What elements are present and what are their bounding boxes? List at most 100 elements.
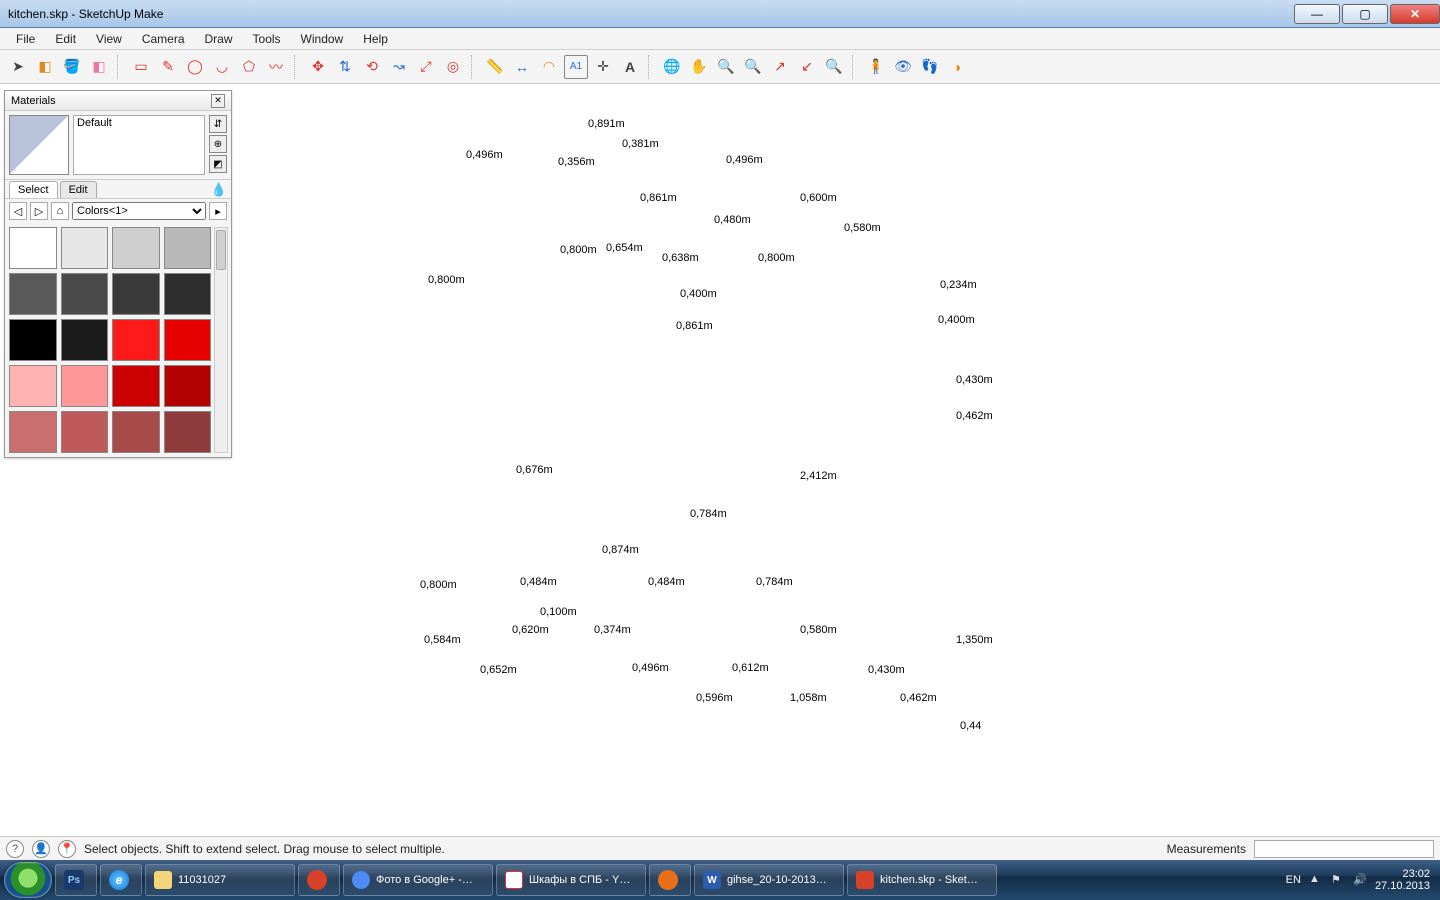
pushpull-tool-icon[interactable]: ⇅ (333, 55, 357, 79)
axes-tool-icon[interactable]: ✛ (591, 55, 615, 79)
current-material-swatch[interactable] (9, 115, 69, 175)
menu-view[interactable]: View (86, 30, 132, 48)
zoom-window-icon[interactable]: 🔍 (741, 55, 765, 79)
material-swatch[interactable] (9, 365, 57, 407)
material-swatch[interactable] (112, 365, 160, 407)
viewport[interactable]: 0,891m 0,381m 0,496m 0,496m 0,356m 0,480… (0, 84, 1440, 836)
text-tool-icon[interactable]: A1 (564, 55, 588, 79)
user-icon[interactable]: 👤 (32, 840, 50, 858)
zoom-tool-icon[interactable]: 🔍 (714, 55, 738, 79)
component-tool-icon[interactable]: ◧ (33, 55, 57, 79)
material-swatch[interactable] (112, 273, 160, 315)
measurements-input[interactable] (1254, 840, 1434, 858)
taskbar-task[interactable]: Фото в Google+ -… (343, 864, 493, 896)
panel-close-icon[interactable]: ✕ (211, 94, 225, 108)
menu-draw[interactable]: Draw (195, 30, 243, 48)
section-plane-icon[interactable]: ◑ (945, 55, 969, 79)
offset-tool-icon[interactable]: ◎ (441, 55, 465, 79)
dimension-tool-icon[interactable]: ↔ (510, 55, 534, 79)
taskbar-pin-photoshop[interactable]: Ps (55, 864, 97, 896)
system-tray[interactable]: EN ▲ ⚑ 🔊 23:02 27.10.2013 (1280, 868, 1436, 892)
taskbar-task[interactable]: 11031027 (145, 864, 295, 896)
zoom-extents-icon[interactable]: ↗ (768, 55, 792, 79)
material-swatch[interactable] (112, 319, 160, 361)
move-tool-icon[interactable]: ✥ (306, 55, 330, 79)
materials-library-select[interactable]: Colors<1> (72, 202, 206, 220)
materials-menu-icon[interactable]: ▸ (209, 202, 227, 220)
paint-bucket-icon[interactable]: 🪣 (60, 55, 84, 79)
menu-window[interactable]: Window (291, 30, 354, 48)
material-swatch[interactable] (9, 273, 57, 315)
material-swatch[interactable] (9, 411, 57, 453)
taskbar-task[interactable]: Wgihse_20-10-2013… (694, 864, 844, 896)
scale-tool-icon[interactable]: ⤢ (414, 55, 438, 79)
tray-lang[interactable]: EN (1286, 874, 1301, 886)
material-swatch[interactable] (164, 227, 212, 269)
eraser-tool-icon[interactable]: ◧ (87, 55, 111, 79)
material-swatch[interactable] (112, 411, 160, 453)
material-swatch[interactable] (164, 273, 212, 315)
materials-back-icon[interactable]: ◁ (9, 202, 27, 220)
material-swatch[interactable] (164, 319, 212, 361)
create-material-icon[interactable]: ⊕ (209, 135, 227, 153)
orbit-tool-icon[interactable]: 🌐 (660, 55, 684, 79)
minimize-button[interactable]: — (1294, 4, 1340, 24)
position-camera-icon[interactable]: 🧍 (864, 55, 888, 79)
tray-network-icon[interactable]: ⚑ (1331, 873, 1345, 887)
material-swatch[interactable] (61, 319, 109, 361)
protractor-tool-icon[interactable]: ◠ (537, 55, 561, 79)
default-material-icon[interactable]: ◩ (209, 155, 227, 173)
geo-icon[interactable]: 📍 (58, 840, 76, 858)
rectangle-tool-icon[interactable]: ▭ (129, 55, 153, 79)
materials-forward-icon[interactable]: ▷ (30, 202, 48, 220)
materials-tab-select[interactable]: Select (9, 181, 58, 198)
menu-help[interactable]: Help (353, 30, 398, 48)
3dtext-tool-icon[interactable]: A (618, 55, 642, 79)
maximize-button[interactable]: ▢ (1342, 4, 1388, 24)
look-around-icon[interactable]: 👁 (891, 55, 915, 79)
material-swatch[interactable] (61, 411, 109, 453)
polygon-tool-icon[interactable]: ⬠ (237, 55, 261, 79)
tray-clock[interactable]: 23:02 27.10.2013 (1375, 868, 1430, 892)
material-swatch[interactable] (61, 227, 109, 269)
taskbar-task[interactable] (298, 864, 340, 896)
materials-panel-title[interactable]: Materials ✕ (5, 91, 231, 111)
previous-view-icon[interactable]: 🔍 (822, 55, 846, 79)
zoom-previous-icon[interactable]: ↙ (795, 55, 819, 79)
circle-tool-icon[interactable]: ◯ (183, 55, 207, 79)
menu-file[interactable]: File (6, 30, 45, 48)
materials-scrollbar[interactable] (214, 227, 228, 453)
material-swatch[interactable] (9, 319, 57, 361)
taskbar-task[interactable]: kitchen.skp - Sket… (847, 864, 997, 896)
material-swatch[interactable] (9, 227, 57, 269)
pan-tool-icon[interactable]: ✋ (687, 55, 711, 79)
materials-panel[interactable]: Materials ✕ Default ⇵ ⊕ ◩ Select Edit 💧 … (4, 90, 232, 458)
eyedropper-icon[interactable]: 💧 (211, 182, 227, 198)
followme-tool-icon[interactable]: ↝ (387, 55, 411, 79)
tray-volume-icon[interactable]: 🔊 (1353, 873, 1367, 887)
material-swatch[interactable] (61, 273, 109, 315)
rotate-tool-icon[interactable]: ⟲ (360, 55, 384, 79)
material-swatch[interactable] (164, 411, 212, 453)
line-tool-icon[interactable]: ✎ (156, 55, 180, 79)
start-button[interactable] (4, 862, 52, 898)
taskbar-task[interactable]: Шкафы в СПБ - Y… (496, 864, 646, 896)
material-name-field[interactable]: Default (73, 115, 205, 175)
material-swatch[interactable] (61, 365, 109, 407)
freehand-tool-icon[interactable]: 〰 (264, 55, 288, 79)
tape-measure-icon[interactable]: 📏 (483, 55, 507, 79)
taskbar-pin-ie[interactable]: e (100, 864, 142, 896)
menu-edit[interactable]: Edit (45, 30, 86, 48)
close-button[interactable]: ✕ (1390, 4, 1440, 24)
materials-home-icon[interactable]: ⌂ (51, 202, 69, 220)
walk-tool-icon[interactable]: 👣 (918, 55, 942, 79)
material-updown-icon[interactable]: ⇵ (209, 115, 227, 133)
materials-tab-edit[interactable]: Edit (60, 181, 97, 198)
tray-flag-icon[interactable]: ▲ (1309, 873, 1323, 887)
arc-tool-icon[interactable]: ◡ (210, 55, 234, 79)
material-swatch[interactable] (112, 227, 160, 269)
material-swatch[interactable] (164, 365, 212, 407)
menu-tools[interactable]: Tools (243, 30, 291, 48)
menu-camera[interactable]: Camera (132, 30, 195, 48)
select-tool-icon[interactable]: ➤ (6, 55, 30, 79)
